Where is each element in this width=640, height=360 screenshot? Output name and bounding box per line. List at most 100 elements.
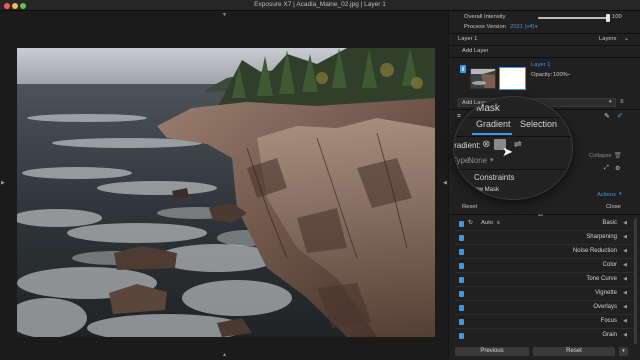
previous-button[interactable]: Previous xyxy=(455,347,529,356)
chevron-down-icon[interactable]: ▾ xyxy=(490,156,494,164)
layer-mask-thumbnail[interactable] xyxy=(499,67,526,90)
visibility-toggle-icon[interactable] xyxy=(459,305,464,311)
app-window: Exposure X7 | Acadia_Maine_02.jpg | Laye… xyxy=(0,0,640,360)
adjustment-row-noise-reduction[interactable]: Noise Reduction ◀ xyxy=(449,245,640,259)
auto-button[interactable]: Auto xyxy=(481,220,493,226)
adjustment-row-grain[interactable]: Grain ◀ xyxy=(449,329,640,343)
add-layer-button[interactable]: Add Layer xyxy=(462,48,488,54)
color-brush-icon[interactable]: ✐ xyxy=(617,112,623,120)
expand-caret-icon[interactable]: ◀ xyxy=(623,220,627,226)
layer-name[interactable]: Layer 1 xyxy=(531,62,550,68)
actions-menu[interactable]: Actions xyxy=(597,192,616,198)
adjustment-label: Tone Curve xyxy=(586,276,617,282)
divider xyxy=(449,33,640,34)
mask-title: Mask xyxy=(476,103,500,114)
visibility-toggle-icon[interactable] xyxy=(459,333,464,339)
visibility-toggle-icon[interactable] xyxy=(459,291,464,297)
mouse-pointer-icon: ➤ xyxy=(502,144,513,159)
image-canvas[interactable]: ▼ ▲ ▶ ◀ xyxy=(0,11,448,360)
adjustment-row-color[interactable]: Color ◀ xyxy=(449,259,640,273)
title-bar: Exposure X7 | Acadia_Maine_02.jpg | Laye… xyxy=(0,0,640,11)
adjustment-row-overlays[interactable]: Overlays ◀ xyxy=(449,301,640,315)
expand-caret-icon[interactable]: ◀ xyxy=(623,318,627,324)
more-menu-icon[interactable]: ▾ xyxy=(619,347,628,356)
expand-caret-icon[interactable]: ◀ xyxy=(623,234,627,240)
visibility-toggle-icon[interactable] xyxy=(459,277,464,283)
chevron-down-icon[interactable]: ▾ xyxy=(619,191,622,197)
expand-icon[interactable]: ⤢ xyxy=(604,165,609,172)
show-mask-toggle[interactable]: Show Mask xyxy=(468,187,499,193)
reset-cycle-icon[interactable]: ↻ xyxy=(468,219,473,226)
tab-selection[interactable]: Selection xyxy=(520,119,557,129)
brush-icon[interactable]: ✎ xyxy=(604,112,610,120)
adjustment-row-focus[interactable]: Focus ◀ xyxy=(449,315,640,329)
adjustment-label: Vignette xyxy=(595,290,617,296)
opacity-label: Opacity: xyxy=(531,72,553,78)
layers-chevron-icon[interactable]: ⌄ xyxy=(624,35,629,42)
trash-icon[interactable]: 🗑 xyxy=(614,152,622,159)
opacity-chevron-icon[interactable]: ⌄ xyxy=(567,71,571,77)
gear-icon[interactable]: ⚙ xyxy=(615,165,620,172)
divider xyxy=(454,169,572,170)
gradient-label: Gradient: xyxy=(454,141,481,150)
magnifier-loupe: Mask Gradient Selection Gradient: ⊗ ⇌ ➤ … xyxy=(454,97,572,199)
overall-intensity-label: Overall Intensity xyxy=(464,14,506,20)
chevron-down-icon: ▾ xyxy=(609,99,612,105)
collapse-top-arrow-icon[interactable]: ▼ xyxy=(222,13,227,18)
overall-intensity-value[interactable]: 100 xyxy=(612,14,622,20)
opacity-value[interactable]: 100% xyxy=(553,72,568,78)
visibility-toggle-icon[interactable] xyxy=(459,319,464,325)
process-version-label: Process Version xyxy=(464,24,506,30)
mirrored-gradient-icon[interactable]: ⇌ xyxy=(514,139,522,150)
adjustment-label: Color xyxy=(602,262,617,268)
divider xyxy=(449,45,640,46)
visibility-toggle-icon[interactable] xyxy=(459,263,464,269)
expand-caret-icon[interactable]: ◀ xyxy=(623,276,627,282)
collapse-bottom-arrow-icon[interactable]: ▲ xyxy=(222,353,227,358)
visibility-toggle-icon[interactable] xyxy=(459,249,464,255)
auto-options-icon[interactable]: ≡ xyxy=(497,220,500,226)
expand-caret-icon[interactable]: ◀ xyxy=(623,332,627,338)
constraints-section[interactable]: Constraints xyxy=(474,173,514,182)
overall-intensity-slider[interactable] xyxy=(538,14,610,22)
adjustment-label: Grain xyxy=(602,332,617,338)
tab-gradient[interactable]: Gradient xyxy=(476,119,511,129)
adjustment-label: Sharpening xyxy=(586,234,617,240)
chevron-down-icon[interactable]: ▾ xyxy=(535,24,538,30)
divider xyxy=(449,57,640,58)
layer-thumbnail[interactable] xyxy=(470,68,496,89)
constraints-chevron-icon[interactable]: ▸ xyxy=(462,174,465,181)
layer-section-title: Layer 1 xyxy=(458,36,478,42)
adjustment-row-basic[interactable]: ↻ Auto ≡ Basic ◀ xyxy=(449,217,640,231)
expand-caret-icon[interactable]: ◀ xyxy=(623,290,627,296)
visibility-toggle-icon[interactable] xyxy=(459,235,464,241)
divider xyxy=(449,214,640,215)
adjustment-row-sharpening[interactable]: Sharpening ◀ xyxy=(449,231,640,245)
window-title: Exposure X7 | Acadia_Maine_02.jpg | Laye… xyxy=(254,1,386,8)
collapse-left-arrow-icon[interactable]: ▶ xyxy=(1,181,5,186)
process-version-value[interactable]: 2021 (v4) xyxy=(510,24,535,30)
reset-all-button[interactable]: Reset xyxy=(533,347,615,356)
layer-options-icon[interactable]: ≡ xyxy=(620,99,624,105)
type-value[interactable]: None xyxy=(468,156,487,165)
collapse-right-arrow-icon[interactable]: ◀ xyxy=(443,181,447,186)
adjustments-scrollbar[interactable] xyxy=(634,218,637,344)
adjustment-row-tone-curve[interactable]: Tone Curve ◀ xyxy=(449,273,640,287)
mask-reset-button[interactable]: Reset xyxy=(462,204,477,210)
overall-intensity-knob[interactable] xyxy=(606,14,610,22)
overall-intensity-fill xyxy=(538,17,610,19)
expand-caret-icon[interactable]: ◀ xyxy=(623,248,627,254)
expand-caret-icon[interactable]: ◀ xyxy=(623,304,627,310)
visibility-toggle-icon[interactable] xyxy=(459,221,464,227)
expand-caret-icon[interactable]: ◀ xyxy=(623,262,627,268)
radial-gradient-icon[interactable]: ⊗ xyxy=(482,139,490,150)
collapse-link[interactable]: Collapse xyxy=(589,153,612,159)
adjustment-label: Basic xyxy=(602,220,617,226)
layer-visibility-icon[interactable] xyxy=(460,65,466,73)
adjustment-row-vignette[interactable]: Vignette ◀ xyxy=(449,287,640,301)
mask-close-button[interactable]: Close xyxy=(606,204,621,210)
adjustment-label: Noise Reduction xyxy=(572,248,617,254)
layers-menu[interactable]: Layers xyxy=(599,36,616,42)
active-tab-underline xyxy=(472,133,512,135)
photo-coastline xyxy=(17,48,435,337)
